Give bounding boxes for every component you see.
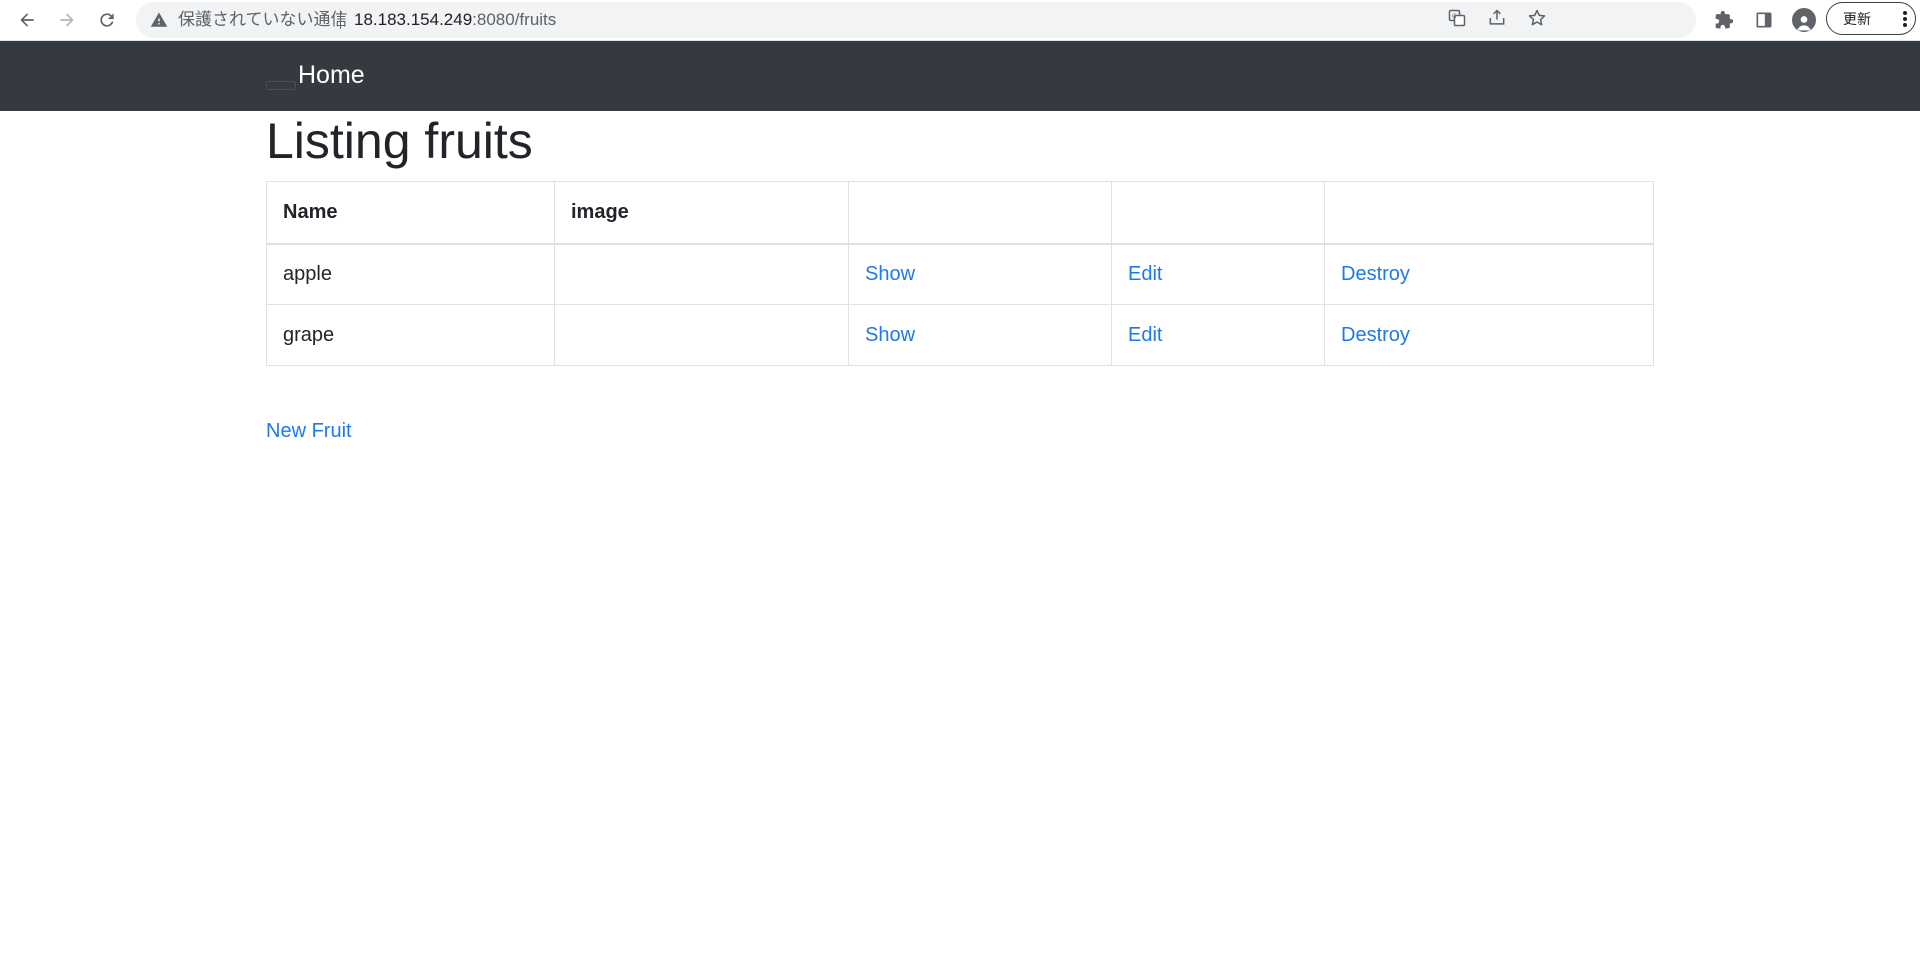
table-row: grape Show Edit Destroy bbox=[266, 304, 1654, 366]
side-panel-icon[interactable] bbox=[1751, 7, 1777, 33]
kebab-menu-icon[interactable] bbox=[1903, 11, 1907, 27]
svg-text:G: G bbox=[1452, 14, 1457, 20]
column-header-blank bbox=[1324, 181, 1654, 245]
share-icon[interactable] bbox=[1486, 7, 1508, 29]
destroy-cell: Destroy bbox=[1324, 243, 1654, 305]
new-fruit-link[interactable]: New Fruit bbox=[266, 420, 352, 443]
reload-icon[interactable] bbox=[91, 4, 123, 36]
show-link[interactable]: Show bbox=[865, 263, 915, 285]
site-navbar: Home bbox=[0, 41, 1920, 111]
column-header-image: image bbox=[554, 181, 849, 245]
fruit-image-cell bbox=[554, 304, 849, 366]
profile-avatar-icon[interactable] bbox=[1791, 7, 1817, 33]
destroy-cell: Destroy bbox=[1324, 304, 1654, 366]
navbar-toggler-button[interactable] bbox=[266, 81, 296, 90]
update-button[interactable]: 更新 bbox=[1826, 2, 1916, 35]
navbar-home-link[interactable]: Home bbox=[298, 61, 365, 90]
update-label: 更新 bbox=[1843, 10, 1871, 27]
extensions-puzzle-icon[interactable] bbox=[1711, 7, 1737, 33]
url-text[interactable]: 18.183.154.249:8080/fruits bbox=[354, 2, 556, 38]
browser-toolbar: 保護されていない通信 18.183.154.249:8080/fruits G … bbox=[0, 0, 1920, 41]
url-path: :8080/fruits bbox=[472, 10, 557, 29]
show-cell: Show bbox=[848, 304, 1112, 366]
edit-link[interactable]: Edit bbox=[1128, 263, 1162, 285]
edit-link[interactable]: Edit bbox=[1128, 324, 1162, 346]
fruit-image-cell bbox=[554, 243, 849, 305]
edit-cell: Edit bbox=[1111, 304, 1325, 366]
show-cell: Show bbox=[848, 243, 1112, 305]
edit-cell: Edit bbox=[1111, 243, 1325, 305]
fruits-table: Name image apple Show Edit Destroy grape… bbox=[266, 181, 1654, 366]
bookmark-star-icon[interactable] bbox=[1526, 7, 1548, 29]
destroy-link[interactable]: Destroy bbox=[1341, 324, 1410, 346]
avatar bbox=[1792, 8, 1816, 32]
back-arrow-icon[interactable] bbox=[11, 4, 43, 36]
translate-icon[interactable]: G bbox=[1446, 7, 1468, 29]
show-link[interactable]: Show bbox=[865, 324, 915, 346]
table-header-row: Name image bbox=[266, 181, 1654, 245]
warning-triangle-icon[interactable] bbox=[150, 11, 168, 29]
security-status-label[interactable]: 保護されていない通信 bbox=[178, 2, 348, 38]
column-header-blank bbox=[1111, 181, 1325, 245]
fruit-name-cell: apple bbox=[266, 243, 555, 305]
page-title: Listing fruits bbox=[266, 113, 533, 169]
column-header-blank bbox=[848, 181, 1112, 245]
column-header-name: Name bbox=[266, 181, 555, 245]
fruit-name-cell: grape bbox=[266, 304, 555, 366]
table-row: apple Show Edit Destroy bbox=[266, 243, 1654, 305]
destroy-link[interactable]: Destroy bbox=[1341, 263, 1410, 285]
url-host: 18.183.154.249 bbox=[354, 10, 473, 29]
address-separator bbox=[340, 11, 341, 29]
forward-arrow-icon[interactable] bbox=[51, 4, 83, 36]
